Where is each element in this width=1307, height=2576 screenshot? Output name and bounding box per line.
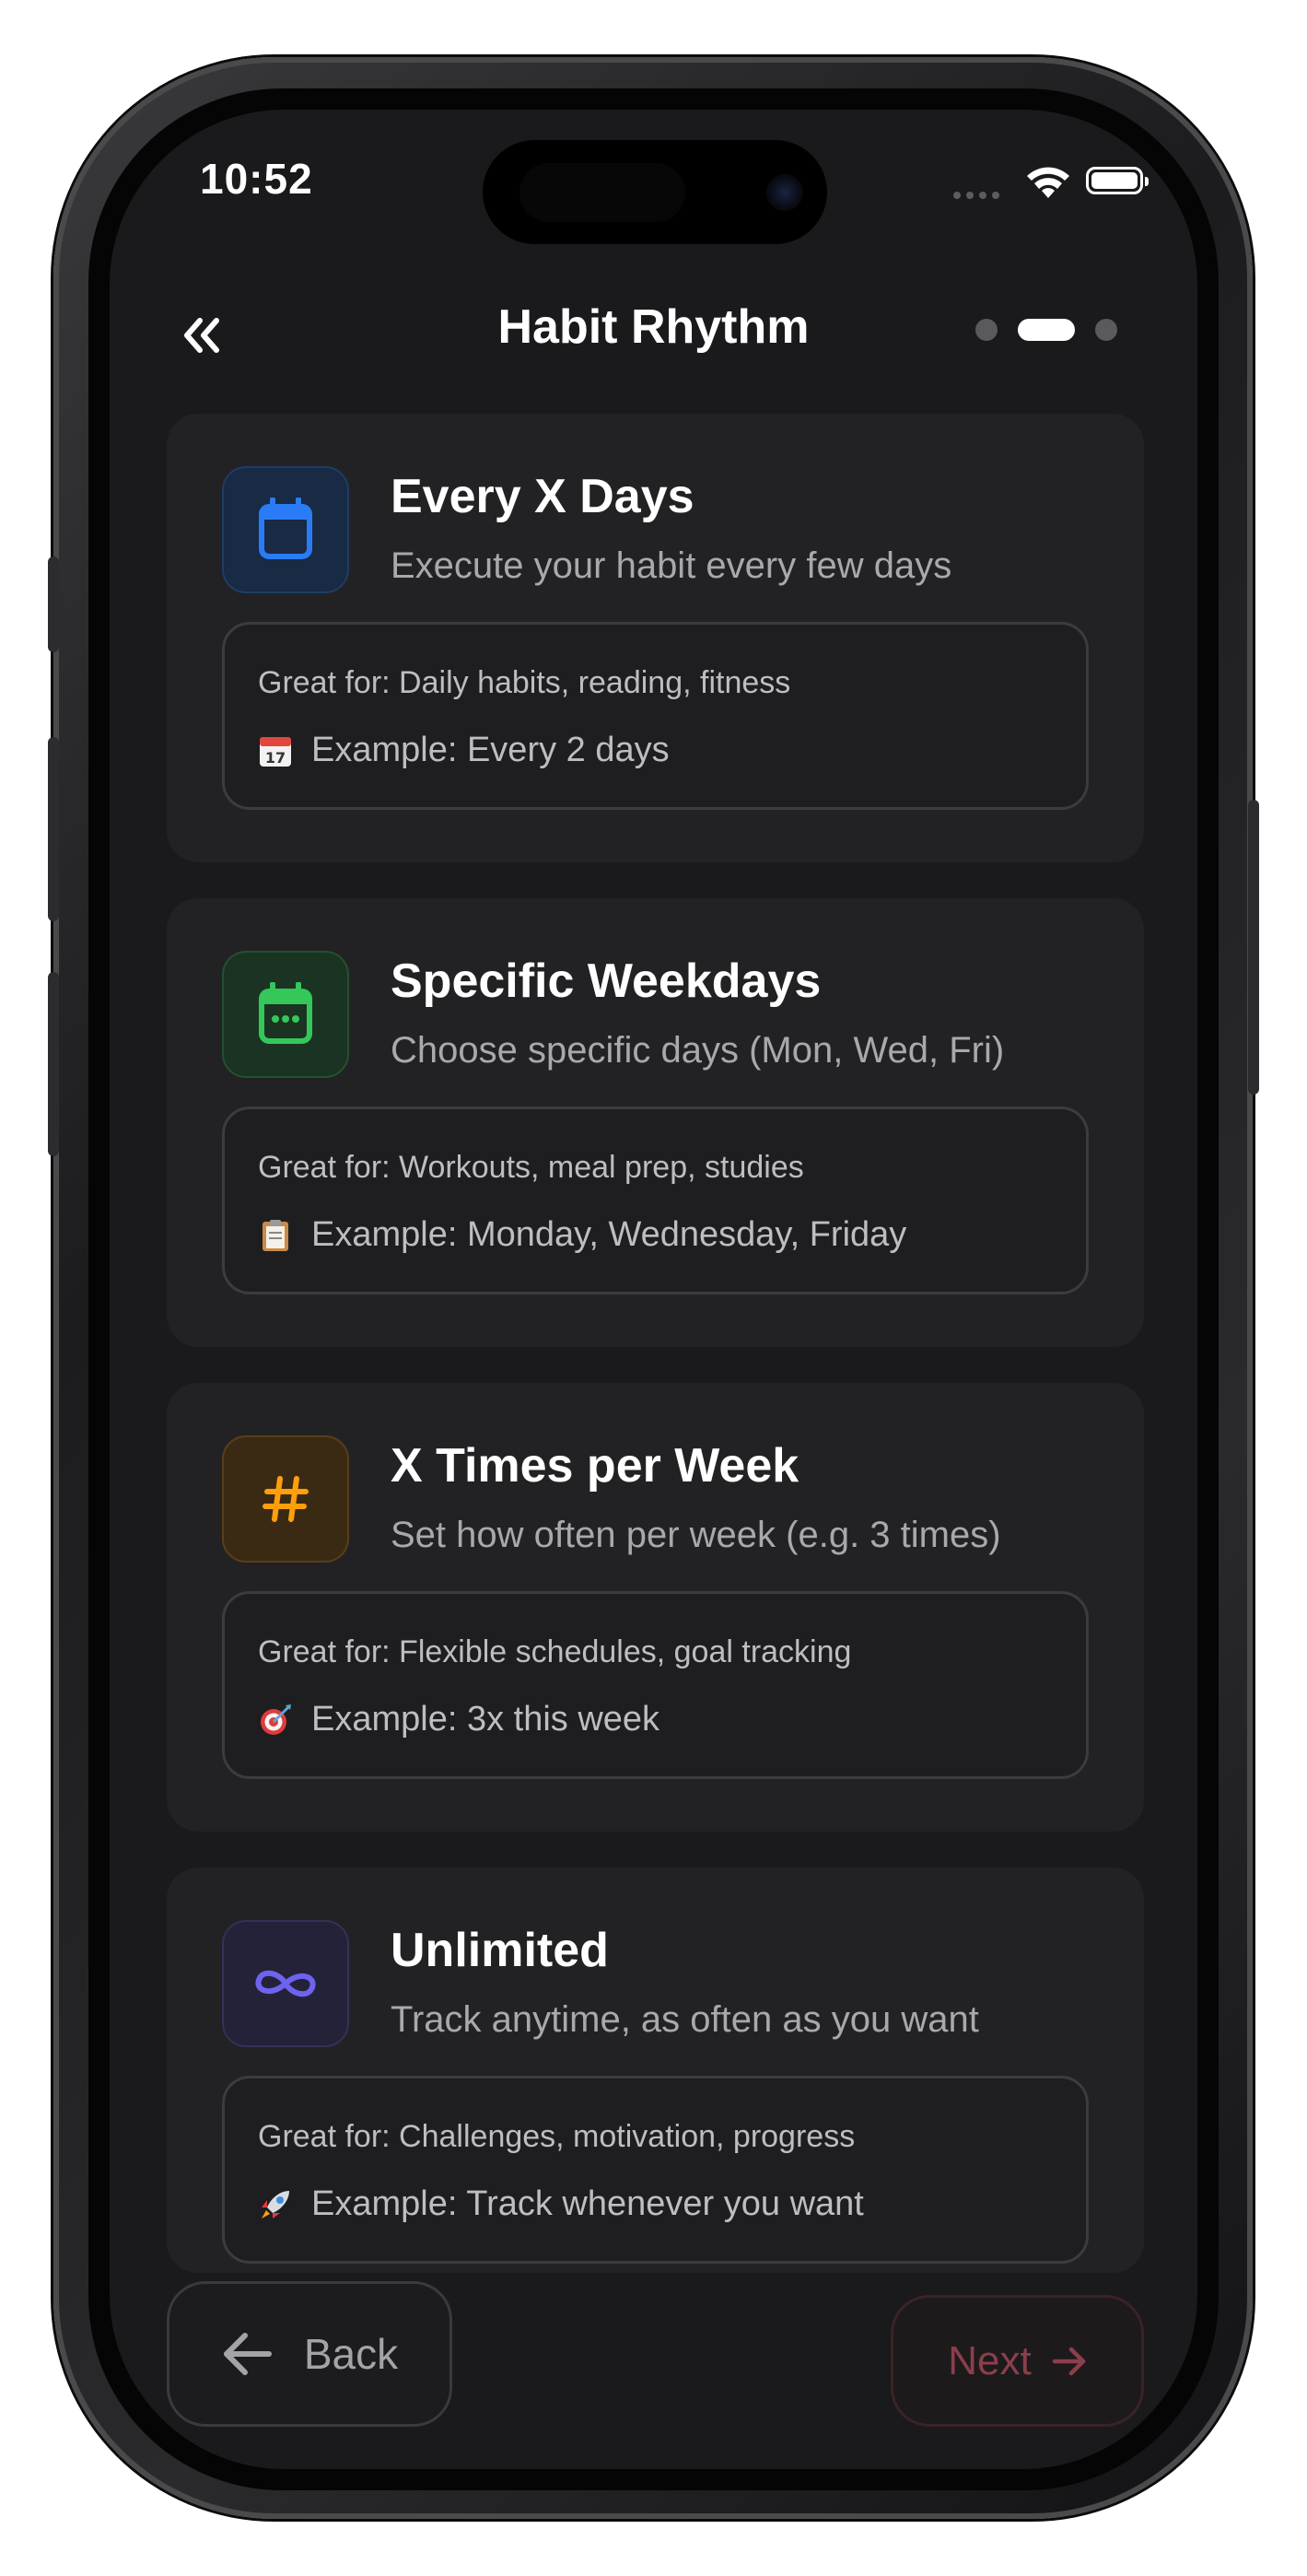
target-emoji-icon [258,1703,293,1738]
face-id-sensor [519,163,685,222]
wifi-icon [1027,167,1069,198]
option-example-text: Example: 3x this week [311,1700,660,1739]
option-example-text: Example: Monday, Wednesday, Friday [311,1215,907,1254]
side-button-volume-up [48,737,59,921]
option-great-for: Great for: Workouts, meal prep, studies [258,1150,804,1185]
back-button[interactable]: Back [167,2281,452,2427]
next-button-label: Next [948,2337,1032,2383]
option-title: Specific Weekdays [391,954,822,1008]
arrow-right-icon [1052,2347,1085,2375]
step-dot-2-active [1018,319,1075,341]
step-dot-3 [1095,319,1117,341]
option-info-box: Great for: Flexible schedules, goal trac… [222,1591,1089,1779]
option-title: Unlimited [391,1924,609,1977]
option-example: Example: Monday, Wednesday, Friday [258,1215,906,1255]
step-progress-indicator [975,319,1117,341]
front-camera [766,174,803,211]
option-title: X Times per Week [391,1439,799,1493]
option-icon-box [222,1920,349,2047]
option-title: Every X Days [391,470,694,523]
side-button-power [1248,800,1259,1095]
calendar-icon [259,498,312,559]
option-info-box: Great for: Daily habits, reading, fitnes… [222,622,1089,810]
option-example: Example: 3x this week [258,1700,659,1739]
side-button-action [48,556,59,652]
option-great-for: Great for: Daily habits, reading, fitnes… [258,665,791,700]
option-subtitle: Set how often per week (e.g. 3 times) [391,1515,1001,1555]
option-icon-box [222,951,349,1078]
app-screen: 10:52 Habit Rhythm Every X Days Execute [110,110,1197,2469]
option-card-unlimited[interactable]: Unlimited Track anytime, as often as you… [167,1868,1144,2273]
option-card-x-times-per-week[interactable]: X Times per Week Set how often per week … [167,1383,1144,1832]
clipboard-emoji-icon [258,1218,293,1253]
dynamic-island [483,140,827,244]
step-dot-1 [975,319,998,341]
option-great-for: Great for: Challenges, motivation, progr… [258,2119,856,2154]
option-icon-box [222,466,349,593]
side-button-volume-down [48,972,59,1156]
option-info-box: Great for: Workouts, meal prep, studies … [222,1107,1089,1294]
option-example: Example: Track whenever you want [258,2184,864,2224]
option-example-text: Example: Every 2 days [311,731,670,769]
option-subtitle: Choose specific days (Mon, Wed, Fri) [391,1030,1005,1071]
next-button[interactable]: Next [891,2295,1144,2427]
battery-icon [1086,167,1149,194]
option-card-specific-weekdays[interactable]: Specific Weekdays Choose specific days (… [167,898,1144,1347]
option-subtitle: Track anytime, as often as you want [391,1999,979,2040]
option-icon-box [222,1435,349,1563]
option-example-text: Example: Track whenever you want [311,2184,864,2223]
rocket-emoji-icon [258,2187,293,2222]
option-subtitle: Execute your habit every few days [391,545,952,586]
cellular-signal-icon [953,192,999,199]
calendar-dots-icon [259,982,312,1044]
infinity-icon [255,1970,316,1997]
status-time: 10:52 [200,155,313,203]
hashtag-icon [263,1476,309,1522]
back-button-label: Back [303,2330,399,2378]
arrow-left-icon [223,2333,272,2375]
calendar-17-emoji-icon: 17 [258,733,293,768]
option-great-for: Great for: Flexible schedules, goal trac… [258,1634,852,1669]
option-example: 17 Example: Every 2 days [258,731,670,770]
option-info-box: Great for: Challenges, motivation, progr… [222,2076,1089,2264]
option-card-every-x-days[interactable]: Every X Days Execute your habit every fe… [167,414,1144,862]
svg-text:17: 17 [265,749,286,767]
